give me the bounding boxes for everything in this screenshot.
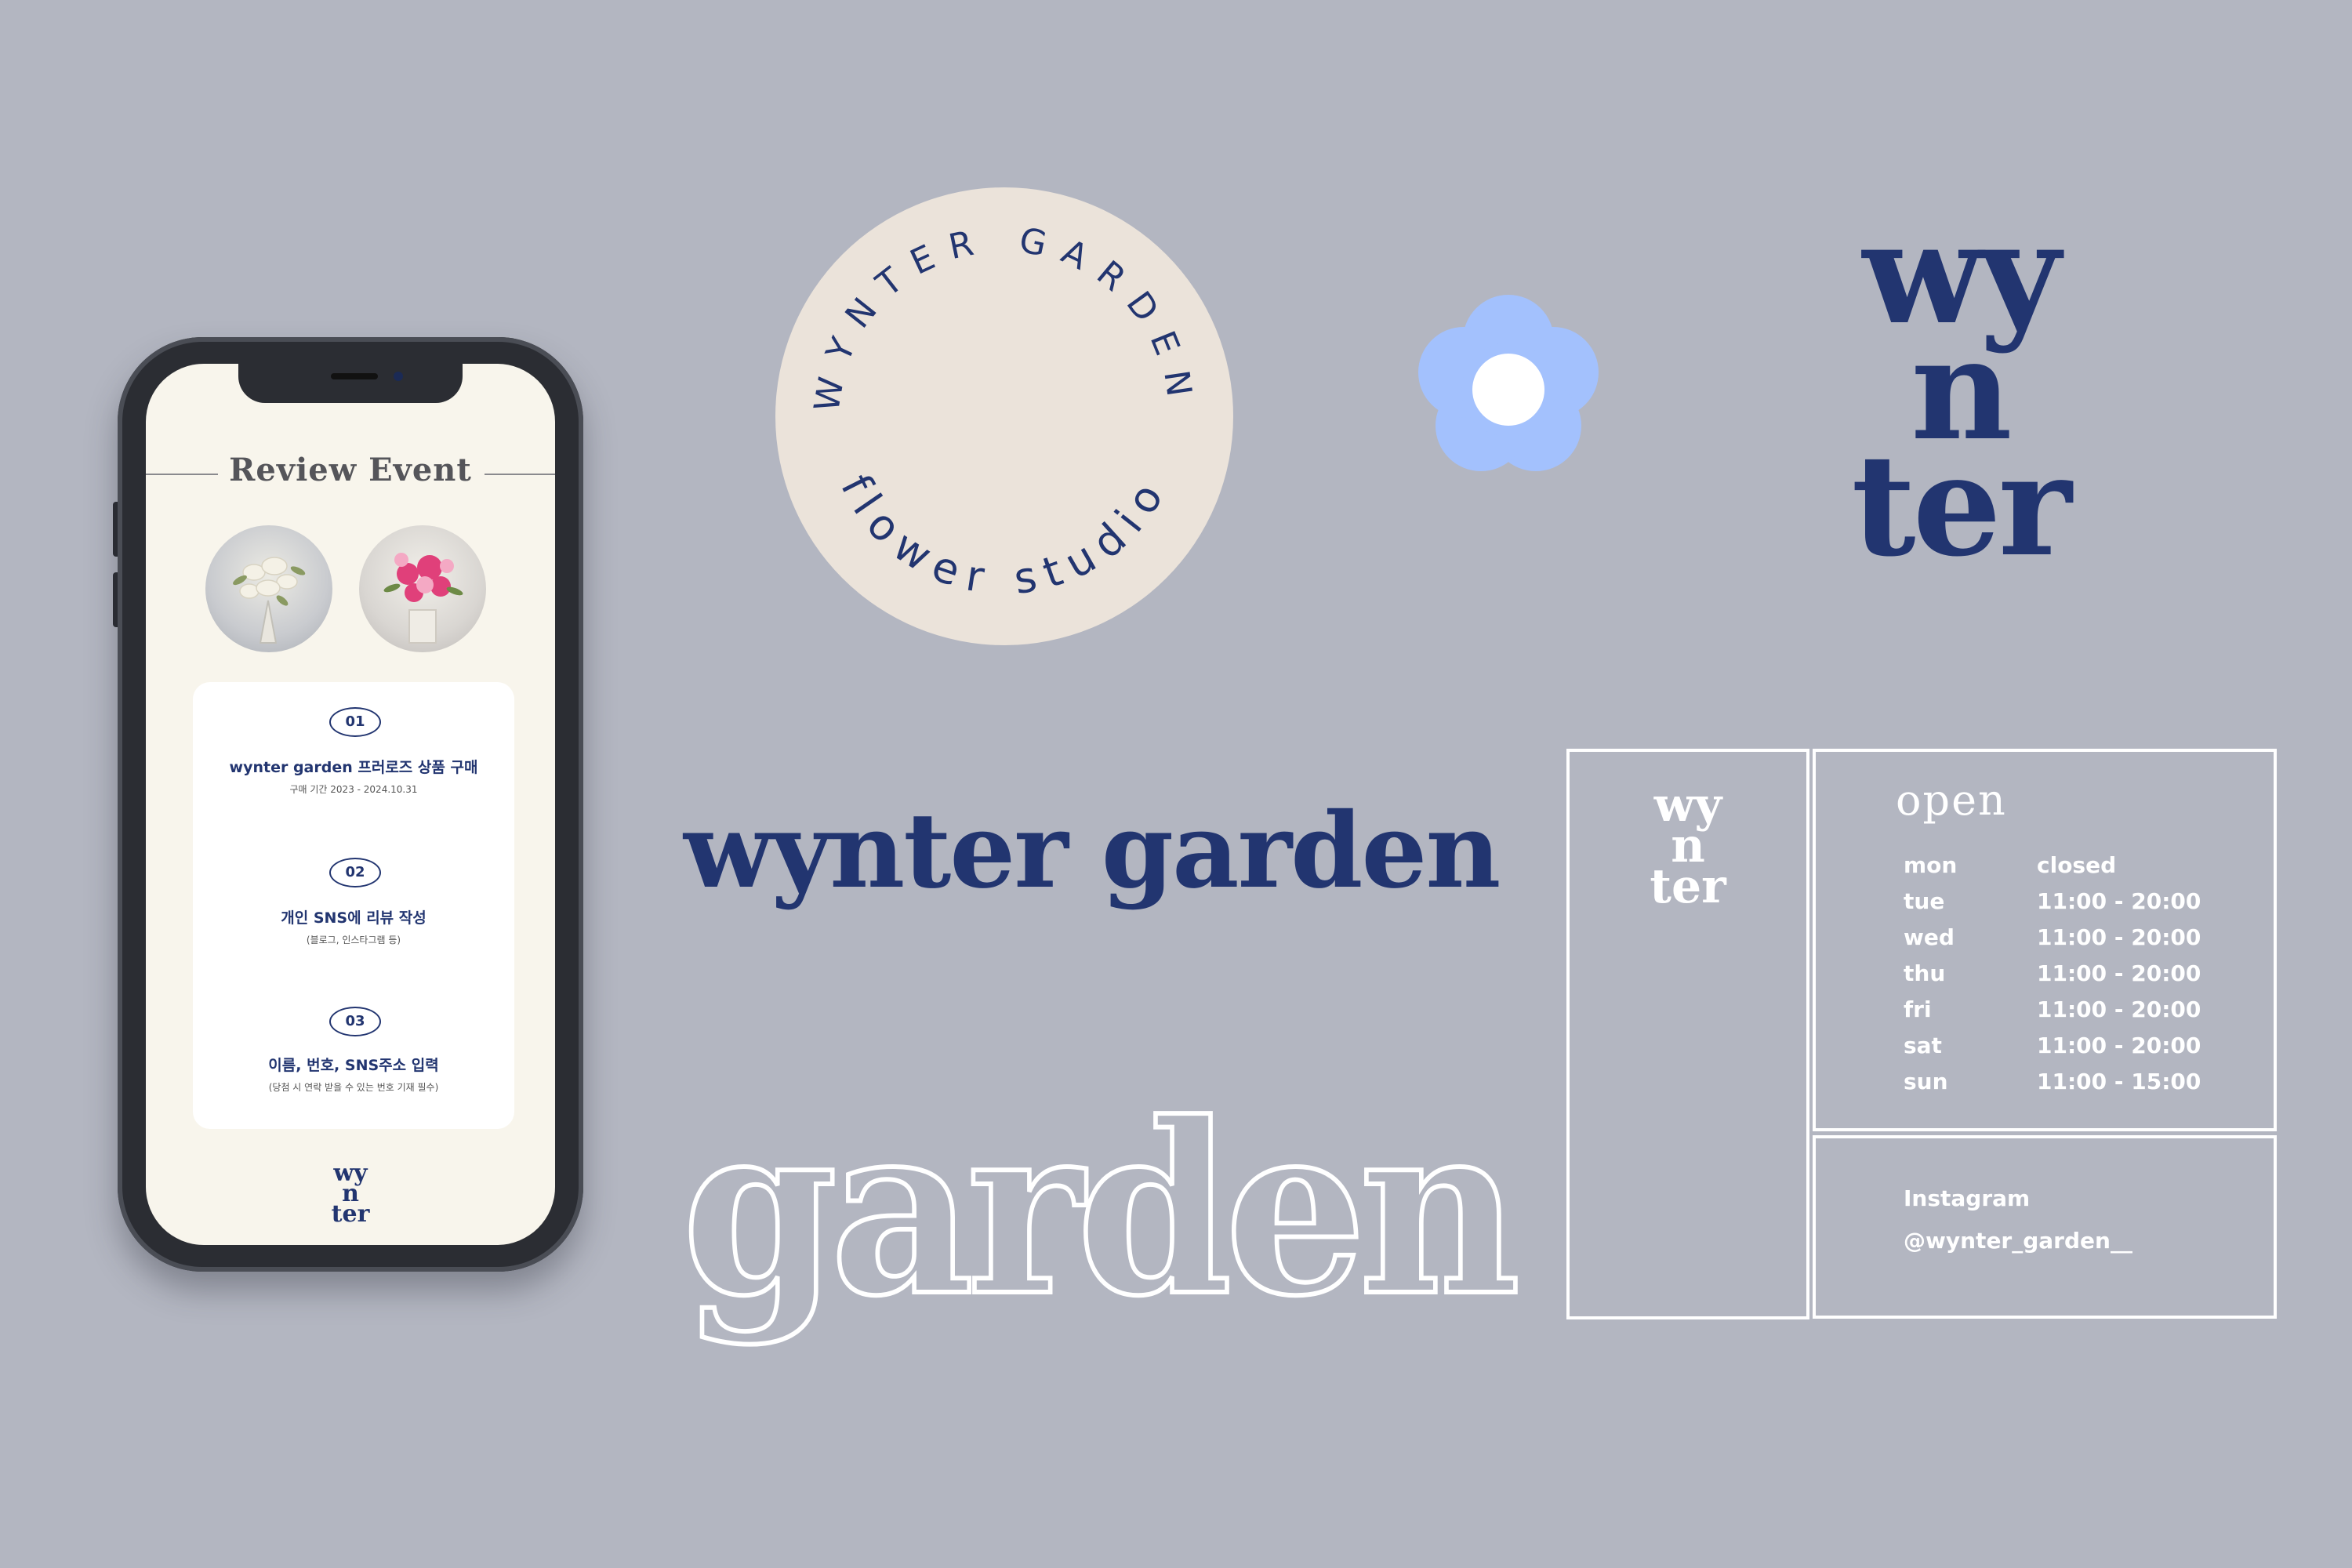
- step-number-badge: 01: [329, 707, 381, 737]
- phone-mockup: Review Event 01 wynter garden 프러로즈 상품 구매…: [118, 337, 583, 1272]
- hours-time: 11:00 - 20:00: [2037, 996, 2201, 1022]
- hours-row: sat 11:00 - 20:00: [1904, 1033, 2264, 1069]
- hours-day: sun: [1904, 1069, 1948, 1094]
- hours-day: wed: [1904, 924, 1955, 950]
- hours-time: 11:00 - 20:00: [2037, 888, 2201, 914]
- camera-icon: [394, 372, 403, 381]
- logo-line: ter: [1851, 423, 2071, 587]
- panel-logo: wy n ter: [1570, 782, 1806, 914]
- hours-time: 11:00 - 20:00: [2037, 1033, 2201, 1058]
- outline-wordmark: garden: [680, 1080, 1521, 1350]
- hours-day: tue: [1904, 888, 1945, 914]
- flower-icon: [1418, 295, 1599, 471]
- hours-day: fri: [1904, 996, 1932, 1022]
- title-rule-right: [485, 474, 555, 475]
- logo-line: ter: [1650, 859, 1726, 914]
- hours-row: wed 11:00 - 20:00: [1904, 924, 2264, 960]
- bouquet-photo-pink: [359, 525, 486, 652]
- step-subtitle: 구매 기간 2023 - 2024.10.31: [289, 784, 418, 795]
- phone-footer-logo: wy n ter: [146, 1162, 555, 1228]
- hours-time: 11:00 - 20:00: [2037, 924, 2201, 950]
- step-title: wynter garden 프러로즈 상품 구매: [229, 759, 478, 776]
- hours-row: fri 11:00 - 20:00: [1904, 996, 2264, 1033]
- review-steps-card: 01 wynter garden 프러로즈 상품 구매 구매 기간 2023 -…: [193, 682, 514, 1129]
- hours-row: thu 11:00 - 20:00: [1904, 960, 2264, 996]
- step-number-badge: 03: [329, 1007, 381, 1036]
- step-number-badge: 02: [329, 858, 381, 887]
- phone-screen: Review Event 01 wynter garden 프러로즈 상품 구매…: [146, 364, 555, 1245]
- bouquet-photo-white: [205, 525, 332, 652]
- hours-day: thu: [1904, 960, 1946, 986]
- hours-time: 11:00 - 15:00: [2037, 1069, 2201, 1094]
- instagram-panel: Instagram @wynter_garden__: [1813, 1135, 2277, 1319]
- phone-notch: [238, 364, 463, 403]
- wordmark: wynter garden: [684, 790, 1501, 912]
- hours-row: tue 11:00 - 20:00: [1904, 888, 2264, 924]
- info-logo-panel: wy n ter: [1566, 749, 1809, 1319]
- hours-time: closed: [2037, 852, 2117, 878]
- instagram-handle[interactable]: @wynter_garden__: [1904, 1228, 2132, 1254]
- hours-day: mon: [1904, 852, 1958, 878]
- stacked-logo: wy n ter: [1803, 204, 2117, 587]
- step-subtitle: (블로그, 인스타그램 등): [306, 935, 401, 946]
- hours-row: mon closed: [1904, 852, 2264, 888]
- step-subtitle: (당첨 시 연락 받을 수 있는 번호 기재 필수): [268, 1082, 439, 1093]
- circular-badge: WYNTER GARDEN flower studio: [775, 187, 1233, 645]
- open-title: open: [1896, 775, 2007, 825]
- hours-day: sat: [1904, 1033, 1942, 1058]
- hours-time: 11:00 - 20:00: [2037, 960, 2201, 986]
- review-event-title: Review Event: [229, 452, 472, 488]
- instagram-label: Instagram: [1904, 1185, 2031, 1211]
- hours-row: sun 11:00 - 15:00: [1904, 1069, 2264, 1105]
- opening-hours-panel: open mon closed tue 11:00 - 20:00 wed 11…: [1813, 749, 2277, 1131]
- logo-line: ter: [331, 1200, 370, 1228]
- step-title: 이름, 번호, SNS주소 입력: [268, 1057, 439, 1074]
- step-title: 개인 SNS에 리뷰 작성: [281, 909, 426, 927]
- svg-text:garden: garden: [682, 1080, 1519, 1348]
- speaker-icon: [331, 373, 378, 379]
